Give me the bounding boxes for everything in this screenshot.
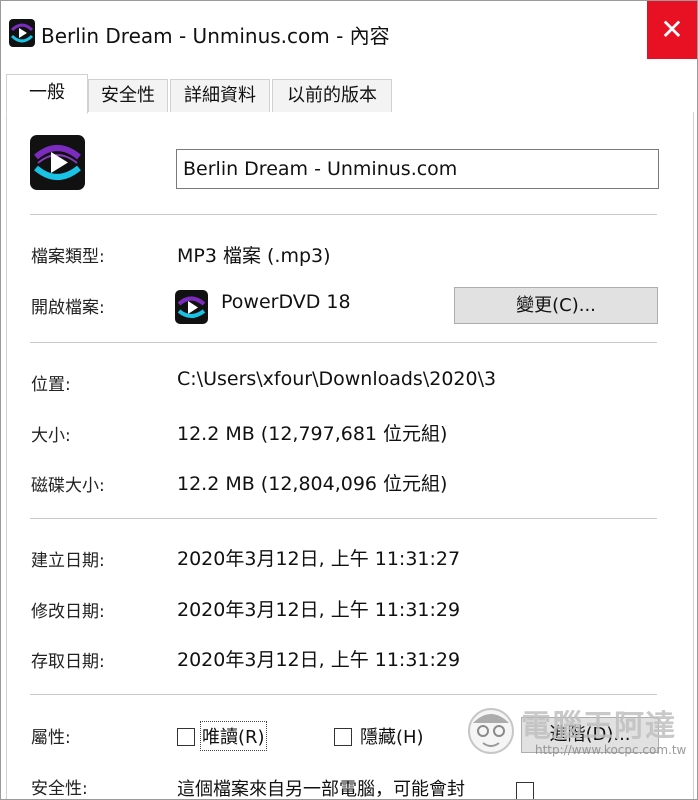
watermark-text: 電腦王阿達 [521, 709, 676, 744]
readonly-checkbox[interactable] [177, 728, 195, 746]
readonly-label[interactable]: 唯讀(R) [200, 721, 267, 751]
tab-security[interactable]: 安全性 [88, 79, 168, 112]
file-type-label: 檔案類型: [31, 247, 105, 267]
modified-label: 修改日期: [31, 602, 105, 622]
separator [30, 342, 657, 343]
security-text: 這個檔案來自另一部電腦，可能會封 [177, 779, 465, 800]
hidden-checkbox[interactable] [334, 728, 352, 746]
watermark: 電腦王阿達 http://www.kocpc.com.tw [463, 697, 687, 763]
unblock-checkbox[interactable] [516, 782, 534, 799]
opens-with-value: PowerDVD 18 [221, 291, 351, 313]
separator [30, 214, 657, 215]
separator [30, 694, 657, 695]
tab-previous-versions[interactable]: 以前的版本 [272, 79, 392, 112]
file-type-icon [30, 135, 85, 190]
accessed-value: 2020年3月12日, 上午 11:31:29 [177, 649, 461, 671]
close-button[interactable]: ✕ [647, 1, 697, 59]
file-type-value: MP3 檔案 (.mp3) [177, 245, 331, 267]
created-label: 建立日期: [31, 551, 105, 571]
modified-value: 2020年3月12日, 上午 11:31:29 [177, 599, 461, 621]
tab-general[interactable]: 一般 [6, 74, 88, 114]
disk-size-label: 磁碟大小: [31, 476, 105, 496]
size-label: 大小: [31, 426, 71, 446]
accessed-label: 存取日期: [31, 652, 105, 672]
window-title: Berlin Dream - Unminus.com - 內容 [41, 24, 390, 48]
attributes-label: 屬性: [31, 728, 71, 748]
location-label: 位置: [31, 375, 71, 395]
tab-details[interactable]: 詳細資料 [170, 79, 270, 112]
watermark-url: http://www.kocpc.com.tw [535, 743, 687, 757]
hidden-label[interactable]: 隱藏(H) [360, 723, 424, 749]
powerdvd-icon [9, 19, 35, 47]
size-value: 12.2 MB (12,797,681 位元組) [177, 423, 448, 445]
title-bar[interactable]: Berlin Dream - Unminus.com - 內容 ✕ [1, 1, 697, 65]
location-value: C:\Users\xfour\Downloads\2020\3 [177, 368, 497, 390]
opens-with-label: 開啟檔案: [31, 298, 105, 318]
mascot-icon [468, 708, 514, 754]
disk-size-value: 12.2 MB (12,804,096 位元組) [177, 473, 448, 495]
created-value: 2020年3月12日, 上午 11:31:27 [177, 548, 461, 570]
tab-strip: 一般 安全性 詳細資料 以前的版本 [6, 74, 692, 114]
properties-window: Berlin Dream - Unminus.com - 內容 ✕ 一般 安全性… [0, 0, 698, 800]
file-name-field[interactable] [176, 149, 659, 189]
security-label: 安全性: [31, 779, 88, 799]
separator [30, 518, 657, 519]
powerdvd-icon [175, 290, 208, 324]
change-button[interactable]: 變更(C)... [454, 287, 658, 324]
